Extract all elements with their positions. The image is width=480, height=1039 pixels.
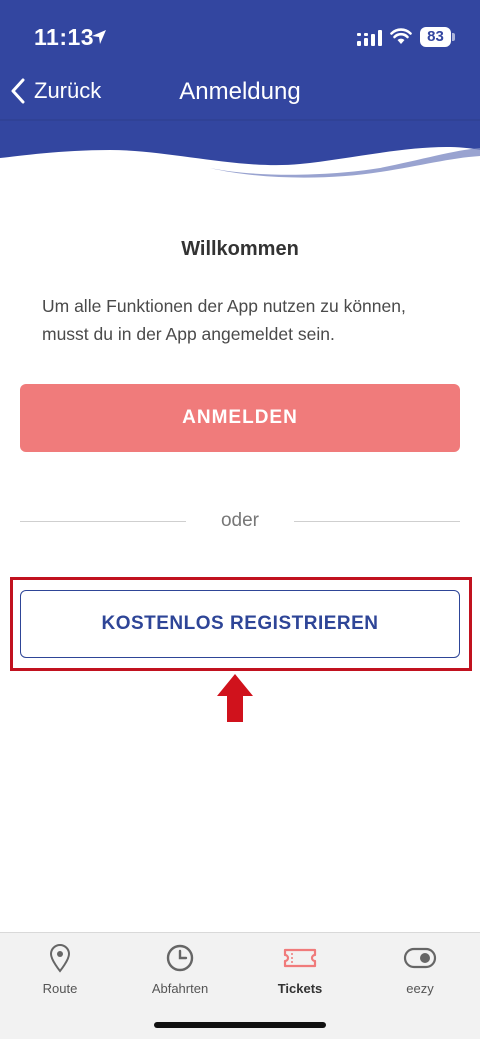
status-time: 11:13 xyxy=(34,24,95,50)
chevron-left-icon xyxy=(11,78,25,104)
status-bar: 11:13 83 xyxy=(0,22,480,56)
location-pin-icon xyxy=(49,944,71,973)
welcome-heading: Willkommen xyxy=(181,238,299,260)
tab-eezy[interactable]: eezy xyxy=(360,943,480,1013)
login-button[interactable]: ANMELDEN xyxy=(20,384,460,452)
divider-right xyxy=(294,521,460,522)
tab-abfahrten[interactable]: Abfahrten xyxy=(120,943,240,1013)
ticket-icon xyxy=(283,948,317,968)
header: 11:13 83 Zurück Anmeldung xyxy=(0,0,480,180)
register-button[interactable]: KOSTENLOS REGISTRIEREN xyxy=(20,590,460,658)
location-arrow-icon xyxy=(92,30,106,44)
navigation-bar: Zurück Anmeldung xyxy=(0,72,480,114)
home-indicator xyxy=(154,1022,326,1028)
battery-level: 83 xyxy=(427,28,444,45)
tab-label-eezy: eezy xyxy=(406,981,434,996)
wifi-icon xyxy=(390,28,412,44)
clock-icon xyxy=(166,944,194,972)
login-description: Um alle Funktionen der App nutzen zu kön… xyxy=(42,296,406,344)
tab-label-tickets: Tickets xyxy=(277,981,323,996)
back-button[interactable]: Zurück xyxy=(10,78,101,104)
arrow-up-icon xyxy=(217,674,253,722)
tab-label-abfahrten: Abfahrten xyxy=(151,981,209,996)
toggle-icon xyxy=(403,947,437,969)
tab-label-route: Route xyxy=(42,981,78,996)
tab-route[interactable]: Route xyxy=(0,943,120,1013)
back-label: Zurück xyxy=(34,78,102,103)
tab-tickets[interactable]: Tickets xyxy=(240,943,360,1013)
battery-indicator: 83 xyxy=(420,27,455,47)
cellular-signal-icon xyxy=(357,30,382,46)
